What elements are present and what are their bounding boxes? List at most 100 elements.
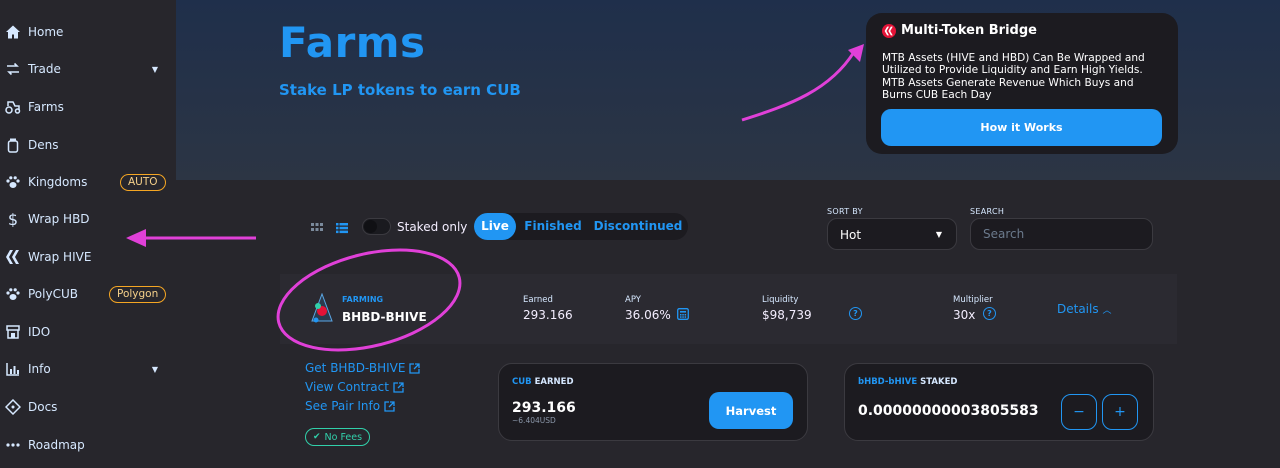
search-input[interactable] <box>970 218 1153 250</box>
sidebar: Home Trade ▼ Farms Dens Kingdoms AUTO $ … <box>0 0 176 468</box>
harvest-button[interactable]: Harvest <box>709 392 793 429</box>
sidebar-item-info[interactable]: Info ▼ <box>0 351 176 387</box>
sidebar-item-home[interactable]: Home <box>0 14 176 50</box>
hive-icon <box>5 249 21 265</box>
polygon-badge: Polygon <box>109 285 167 303</box>
search-label: SEARCH <box>970 207 1005 216</box>
farming-tag: FARMING <box>342 295 384 304</box>
bridge-header: Multi-Token Bridge <box>882 23 1037 38</box>
earned-token: CUB <box>512 377 532 387</box>
liquidity-label: Liquidity <box>762 295 799 305</box>
pair-name: BHBD-BHIVE <box>342 310 427 324</box>
staked-only-toggle[interactable] <box>362 218 391 235</box>
no-fees-badge: ✔ No Fees <box>305 428 371 446</box>
sidebar-item-label: Wrap HIVE <box>28 250 92 264</box>
unstake-button[interactable]: − <box>1061 394 1097 430</box>
sidebar-item-label: PolyCUB <box>28 287 78 301</box>
bridge-description: MTB Assets (HIVE and HBD) Can Be Wrapped… <box>882 52 1145 102</box>
status-tabs: Live Finished Discontinued <box>474 213 688 240</box>
tab-finished[interactable]: Finished <box>521 213 585 240</box>
tab-discontinued[interactable]: Discontinued <box>592 213 684 240</box>
swap-icon <box>5 61 21 77</box>
apy-label: APY <box>625 295 641 305</box>
sidebar-item-wrap-hbd[interactable]: $ Wrap HBD <box>0 201 176 237</box>
cub-earned-card: CUB EARNED 293.166 ~6.404USD Harvest <box>498 363 808 441</box>
liquidity-value: $98,739 <box>762 308 812 322</box>
multiplier-value: 30x <box>953 308 976 322</box>
multiplier-label: Multiplier <box>953 295 993 305</box>
sidebar-item-label: Dens <box>28 138 59 152</box>
sidebar-item-roadmap[interactable]: Roadmap <box>0 427 176 463</box>
external-link-icon <box>384 400 395 412</box>
sidebar-item-kingdoms[interactable]: Kingdoms AUTO <box>0 164 176 200</box>
tab-live[interactable]: Live <box>474 213 516 240</box>
paw-icon <box>5 286 21 302</box>
see-pair-info-label: See Pair Info <box>305 399 381 413</box>
help-icon[interactable]: ? <box>983 307 996 320</box>
sort-select[interactable]: Hot ▼ <box>827 218 957 250</box>
check-circle-icon: ✔ <box>313 432 321 442</box>
page-title: Farms <box>279 18 426 67</box>
details-label: Details <box>1057 302 1099 316</box>
paw-icon <box>5 174 21 190</box>
staked-value: 0.00000000003805583 <box>858 403 1039 419</box>
ticket-icon <box>5 399 21 415</box>
sidebar-item-label: Roadmap <box>28 438 85 452</box>
get-lp-label: Get BHBD-BHIVE <box>305 361 406 375</box>
how-it-works-button[interactable]: How it Works <box>881 109 1162 146</box>
sidebar-item-wrap-hive[interactable]: Wrap HIVE <box>0 239 176 275</box>
help-icon[interactable]: ? <box>849 307 862 320</box>
view-contract-link[interactable]: View Contract <box>305 380 404 394</box>
sidebar-item-label: Docs <box>28 400 58 414</box>
earned-label: Earned <box>523 295 553 305</box>
staked-title: bHBD-bHIVE STAKED <box>858 377 957 387</box>
sidebar-item-label: Home <box>28 25 64 39</box>
farm-details-panel: Get BHBD-BHIVE View Contract See Pair In… <box>280 344 1177 468</box>
sidebar-item-polycub[interactable]: PolyCUB Polygon <box>0 276 176 312</box>
grid-view-icon[interactable] <box>311 222 323 234</box>
sidebar-item-ido[interactable]: IDO <box>0 314 176 350</box>
toggle-knob <box>364 220 377 233</box>
sidebar-item-label: Farms <box>28 100 64 114</box>
sidebar-item-label: Wrap HBD <box>28 212 90 226</box>
calculator-icon[interactable] <box>677 308 689 320</box>
chevron-down-icon: ▼ <box>935 230 942 239</box>
sort-value: Hot <box>840 228 862 242</box>
no-fees-label: No Fees <box>324 431 363 443</box>
apy-value: 36.06% <box>625 308 671 322</box>
sidebar-item-label: Trade <box>28 62 61 76</box>
dollar-icon: $ <box>5 211 21 227</box>
get-lp-link[interactable]: Get BHBD-BHIVE <box>305 361 421 375</box>
sidebar-item-label: Kingdoms <box>28 175 88 189</box>
page-subtitle: Stake LP tokens to earn CUB <box>279 81 521 99</box>
cub-earned-title: CUB EARNED <box>512 377 574 387</box>
staked-word: STAKED <box>920 377 958 387</box>
view-contract-label: View Contract <box>305 380 389 394</box>
auto-badge: AUTO <box>120 173 166 191</box>
staked-token: bHBD-bHIVE <box>858 377 918 387</box>
sidebar-item-dens[interactable]: Dens <box>0 127 176 163</box>
pair-token-icon <box>311 293 333 323</box>
staked-card: bHBD-bHIVE STAKED 0.00000000003805583 − … <box>844 363 1154 441</box>
stake-button[interactable]: + <box>1102 394 1138 430</box>
tractor-icon <box>5 99 21 115</box>
sidebar-item-label: Info <box>28 362 51 376</box>
cub-earned-value: 293.166 <box>512 400 576 416</box>
farm-row[interactable]: FARMING BHBD-BHIVE Earned 293.166 APY 36… <box>280 274 1177 344</box>
home-icon <box>5 24 21 40</box>
chevron-up-icon: ︿ <box>1102 306 1112 316</box>
main-content: Farms Stake LP tokens to earn CUB Multi-… <box>176 0 1280 468</box>
details-toggle[interactable]: Details ︿ <box>1057 302 1111 316</box>
hive-logo-icon <box>882 23 896 38</box>
staked-only-label: Staked only <box>397 220 468 234</box>
earned-word: EARNED <box>534 377 574 387</box>
see-pair-info-link[interactable]: See Pair Info <box>305 399 395 413</box>
sidebar-item-trade[interactable]: Trade ▼ <box>0 51 176 87</box>
dots-icon <box>5 437 21 453</box>
list-view-icon[interactable] <box>336 222 348 234</box>
chart-icon <box>5 361 21 377</box>
earned-value: 293.166 <box>523 308 573 322</box>
sort-label: SORT BY <box>827 207 863 216</box>
sidebar-item-farms[interactable]: Farms <box>0 89 176 125</box>
sidebar-item-docs[interactable]: Docs <box>0 389 176 425</box>
